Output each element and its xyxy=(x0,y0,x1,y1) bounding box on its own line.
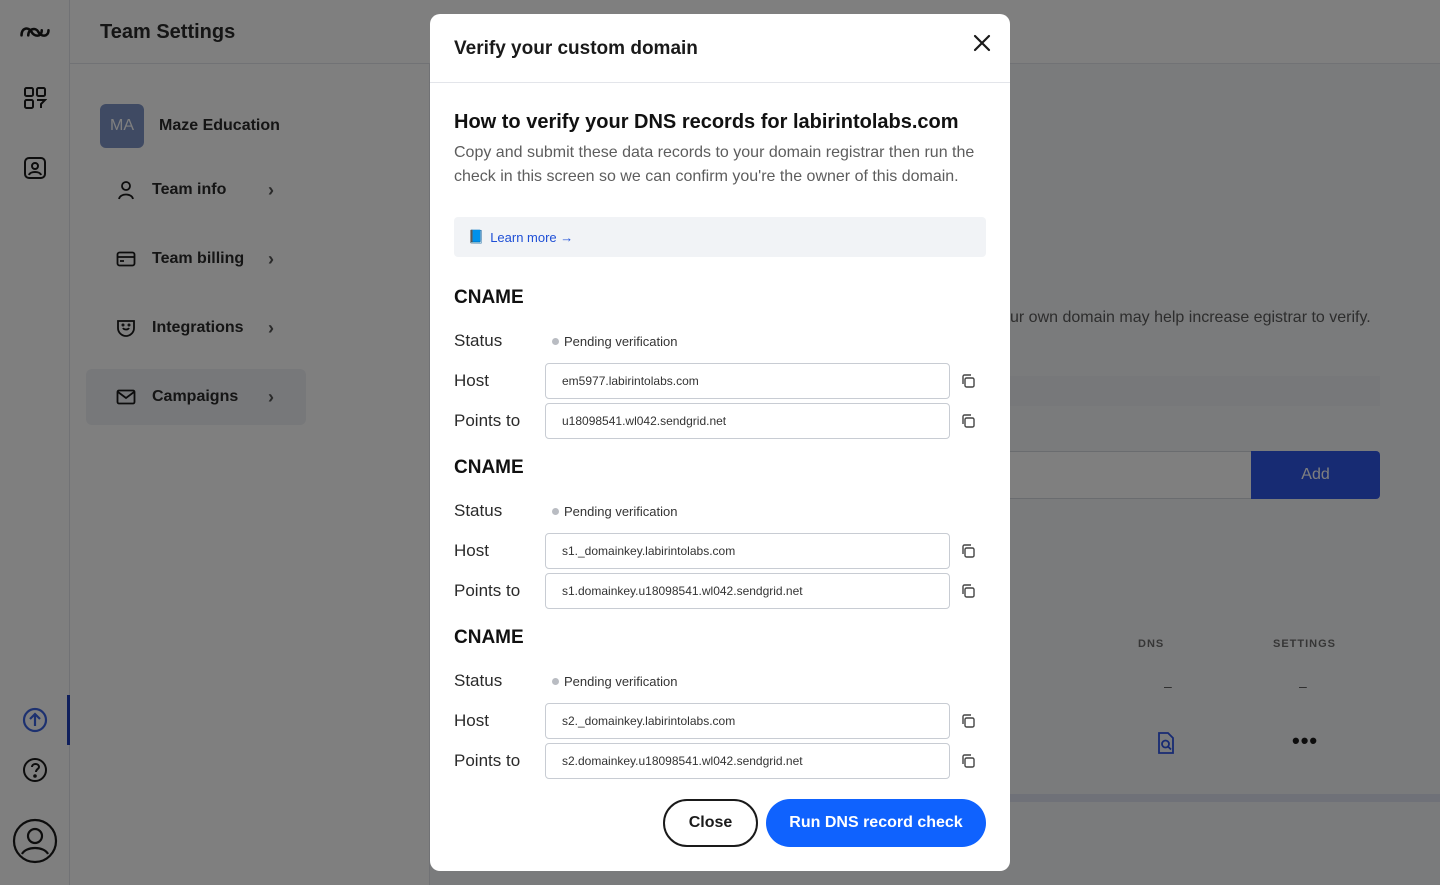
points-to-label: Points to xyxy=(454,751,521,770)
status-badge: Pending verification xyxy=(552,334,677,349)
status-text: Pending verification xyxy=(564,674,678,689)
points-to-field[interactable]: s2.domainkey.u18098541.wl042.sendgrid.ne… xyxy=(545,743,950,779)
instructions-text: Copy and submit these data records to yo… xyxy=(454,144,975,185)
host-field[interactable]: s2._domainkey.labirintolabs.com xyxy=(545,703,950,739)
close-button[interactable]: Close xyxy=(663,799,758,847)
modal-header: Verify your custom domain xyxy=(430,14,1010,83)
copy-icon[interactable] xyxy=(958,541,978,561)
copy-icon[interactable] xyxy=(958,711,978,731)
record-type: CNAME xyxy=(454,457,524,478)
host-label: Host xyxy=(454,541,489,560)
modal-title: Verify your custom domain xyxy=(454,38,698,59)
copy-icon[interactable] xyxy=(958,411,978,431)
copy-icon[interactable] xyxy=(958,371,978,391)
status-dot xyxy=(552,508,559,515)
points-to-field[interactable]: s1.domainkey.u18098541.wl042.sendgrid.ne… xyxy=(545,573,950,609)
status-badge: Pending verification xyxy=(552,504,677,519)
copy-icon[interactable] xyxy=(958,581,978,601)
learn-more-link[interactable]: 📘 Learn more → xyxy=(454,217,986,257)
points-to-label: Points to xyxy=(454,581,521,600)
host-label: Host xyxy=(454,371,489,390)
record-type: CNAME xyxy=(454,287,524,308)
status-text: Pending verification xyxy=(564,504,678,519)
host-label: Host xyxy=(454,711,489,730)
status-dot xyxy=(552,678,559,685)
status-label: Status xyxy=(454,671,503,690)
verify-domain-modal: Verify your custom domain How to verify … xyxy=(430,14,1010,871)
points-to-label: Points to xyxy=(454,411,521,430)
status-label: Status xyxy=(454,501,503,520)
host-field[interactable]: em5977.labirintolabs.com xyxy=(545,363,950,399)
status-text: Pending verification xyxy=(564,334,678,349)
copy-icon[interactable] xyxy=(958,751,978,771)
host-field[interactable]: s1._domainkey.labirintolabs.com xyxy=(545,533,950,569)
run-dns-check-button[interactable]: Run DNS record check xyxy=(766,799,986,847)
points-to-field[interactable]: u18098541.wl042.sendgrid.net xyxy=(545,403,950,439)
status-badge: Pending verification xyxy=(552,674,677,689)
record-type: CNAME xyxy=(454,627,524,648)
learn-more-label: Learn more → xyxy=(490,229,574,245)
status-dot xyxy=(552,338,559,345)
close-icon[interactable] xyxy=(970,31,994,55)
book-icon: 📘 xyxy=(468,229,485,244)
status-label: Status xyxy=(454,331,503,350)
instructions-heading: How to verify your DNS records for labir… xyxy=(454,111,959,133)
